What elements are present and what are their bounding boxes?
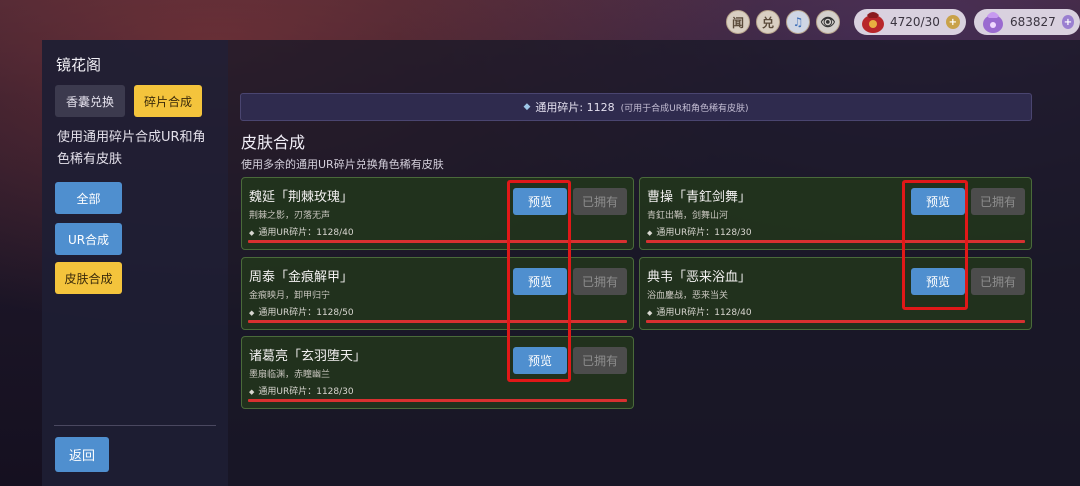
sidebar-description: 使用通用碎片合成UR和角色稀有皮肤 — [57, 130, 206, 167]
progress-bar — [646, 240, 1025, 243]
skin-cost: ◆ 通用UR碎片：1128/40 — [249, 225, 354, 238]
currency-value: 683827 — [1010, 15, 1056, 29]
skin-cost-text: 通用UR碎片：1128/40 — [258, 228, 354, 238]
owned-button: 已拥有 — [573, 188, 627, 215]
top-icons: 闻 兑 ♫ 👁 4720/30 + 683827 + — [726, 8, 1080, 36]
preview-button[interactable]: 预览 — [513, 268, 567, 295]
cost-diamond-icon: ◆ — [249, 388, 255, 396]
cost-diamond-icon: ◆ — [647, 229, 653, 237]
owned-button: 已拥有 — [971, 188, 1025, 215]
back-button[interactable]: 返回 — [55, 437, 109, 472]
currency-pill: 683827 + — [974, 9, 1080, 35]
skin-description: 青釭出鞘，剑舞山河 — [647, 211, 729, 221]
top-bar: 闻 兑 ♫ 👁 4720/30 + 683827 + — [0, 0, 1080, 40]
skin-description: 荆棘之影，刃落无声 — [249, 211, 331, 221]
skin-card: 典韦「恶来浴血」 浴血鏖战，恶来当关 ◆ 通用UR碎片：1128/40 预览 已拥… — [639, 257, 1032, 330]
section-title: 皮肤合成 — [241, 133, 306, 152]
music-icon[interactable]: ♫ — [786, 10, 810, 34]
skin-name: 周泰「金痕解甲」 — [249, 270, 354, 285]
shard-balance-text: 通用碎片: 1128 — [535, 101, 615, 114]
skin-cost: ◆ 通用UR碎片：1128/50 — [249, 305, 354, 318]
skin-name: 曹操「青釭剑舞」 — [647, 190, 752, 205]
progress-bar — [248, 240, 627, 243]
skin-cost: ◆ 通用UR碎片：1128/40 — [647, 305, 752, 318]
skin-name: 典韦「恶来浴血」 — [647, 270, 752, 285]
owned-button: 已拥有 — [573, 268, 627, 295]
skin-cost: ◆ 通用UR碎片：1128/30 — [647, 225, 752, 238]
add-stamina-button[interactable]: + — [945, 15, 960, 29]
stamina-pill: 4720/30 + — [854, 9, 966, 35]
skin-cost-text: 通用UR碎片：1128/30 — [656, 228, 752, 238]
eye-icon[interactable]: 👁 — [816, 10, 840, 34]
filter-all-button[interactable]: 全部 — [55, 182, 122, 214]
skin-cost: ◆ 通用UR碎片：1128/30 — [249, 384, 354, 397]
skin-description: 墨扇临渊，赤瞳幽兰 — [249, 370, 331, 380]
add-currency-button[interactable]: + — [1061, 15, 1074, 29]
skin-name: 魏延「荆棘玫瑰」 — [249, 190, 354, 205]
pouch-icon — [862, 12, 884, 33]
gem-bag-icon — [983, 12, 1003, 33]
shard-icon: ◆ — [523, 102, 531, 112]
preview-button[interactable]: 预览 — [911, 268, 965, 295]
skin-description: 金痕映月，卸甲归宁 — [249, 291, 331, 301]
stamina-value: 4720/30 — [890, 15, 940, 29]
cost-diamond-icon: ◆ — [249, 309, 255, 317]
main-panel: ◆ 通用碎片: 1128 (可用于合成UR和角色稀有皮肤) 皮肤合成 使用多余的… — [228, 40, 1080, 486]
skin-name: 诸葛亮「玄羽堕天」 — [249, 349, 367, 364]
news-icon[interactable]: 闻 — [726, 10, 750, 34]
preview-button[interactable]: 预览 — [513, 347, 567, 374]
skin-description: 浴血鏖战，恶来当关 — [647, 291, 729, 301]
tab-shard-synthesis[interactable]: 碎片合成 — [134, 85, 202, 117]
skin-cost-text: 通用UR碎片：1128/30 — [258, 387, 354, 397]
section-subtitle: 使用多余的通用UR碎片兑换角色稀有皮肤 — [241, 158, 444, 171]
sidebar: 镜花阁 香囊兑换 碎片合成 使用通用碎片合成UR和角色稀有皮肤 全部 UR合成 … — [42, 40, 228, 486]
redeem-icon[interactable]: 兑 — [756, 10, 780, 34]
skin-card: 诸葛亮「玄羽堕天」 墨扇临渊，赤瞳幽兰 ◆ 通用UR碎片：1128/30 预览 已… — [241, 336, 634, 409]
shard-balance-note: (可用于合成UR和角色稀有皮肤) — [620, 103, 749, 114]
skin-card: 曹操「青釭剑舞」 青釭出鞘，剑舞山河 ◆ 通用UR碎片：1128/30 预览 已拥… — [639, 177, 1032, 250]
progress-bar — [248, 399, 627, 402]
preview-button[interactable]: 预览 — [911, 188, 965, 215]
skin-cost-text: 通用UR碎片：1128/50 — [258, 308, 354, 318]
skin-cost-text: 通用UR碎片：1128/40 — [656, 308, 752, 318]
skin-card: 周泰「金痕解甲」 金痕映月，卸甲归宁 ◆ 通用UR碎片：1128/50 预览 已拥… — [241, 257, 634, 330]
progress-bar — [646, 320, 1025, 323]
tab-sachet-exchange[interactable]: 香囊兑换 — [55, 85, 125, 117]
filter-ur-button[interactable]: UR合成 — [55, 223, 122, 255]
shard-balance-bar: ◆ 通用碎片: 1128 (可用于合成UR和角色稀有皮肤) — [240, 93, 1032, 121]
sidebar-title: 镜花阁 — [56, 56, 102, 74]
skin-card: 魏延「荆棘玫瑰」 荆棘之影，刃落无声 ◆ 通用UR碎片：1128/40 预览 已拥… — [241, 177, 634, 250]
filter-skin-button[interactable]: 皮肤合成 — [55, 262, 122, 294]
preview-button[interactable]: 预览 — [513, 188, 567, 215]
cost-diamond-icon: ◆ — [647, 309, 653, 317]
owned-button: 已拥有 — [573, 347, 627, 374]
owned-button: 已拥有 — [971, 268, 1025, 295]
sidebar-divider — [54, 425, 216, 426]
progress-bar — [248, 320, 627, 323]
cost-diamond-icon: ◆ — [249, 229, 255, 237]
